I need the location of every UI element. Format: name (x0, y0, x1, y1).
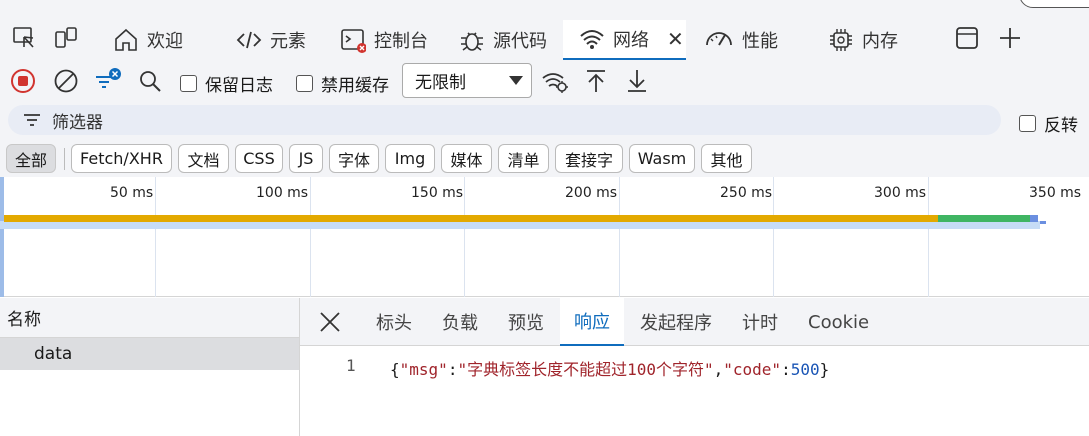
json-key: "msg" (399, 360, 448, 379)
json-number-value: 500 (790, 360, 820, 379)
timeline-bars (0, 215, 1046, 229)
tab-console[interactable]: 控制台 (340, 20, 428, 60)
chip-icon (828, 27, 854, 53)
window-control[interactable] (1019, 0, 1089, 8)
disable-cache-checkbox[interactable]: 禁用缓存 (296, 71, 389, 96)
tab-label: 网络 (613, 30, 649, 51)
checkbox-box[interactable] (296, 75, 313, 92)
request-list: 名称 data (0, 298, 300, 436)
tab-elements[interactable]: 元素 (236, 20, 306, 60)
response-body[interactable]: 1 {"msg":"字典标签长度不能超过100个字符","code":500} (300, 346, 1089, 436)
import-har-button[interactable] (581, 66, 611, 96)
tab-welcome[interactable]: 欢迎 (113, 20, 183, 60)
bar-end (1030, 215, 1038, 222)
preserve-log-checkbox[interactable]: 保留日志 (180, 71, 273, 96)
type-filter-img[interactable]: Img (385, 144, 435, 173)
json-string-value: "字典标签长度不能超过100个字符" (457, 360, 714, 379)
json-punct: } (819, 360, 830, 379)
type-filter-media[interactable]: 媒体 (441, 144, 492, 173)
bug-icon (459, 27, 485, 53)
type-filter-doc[interactable]: 文档 (178, 144, 229, 173)
request-row[interactable]: data (0, 338, 299, 370)
bar-tail (1040, 221, 1046, 224)
checkbox-box[interactable] (180, 75, 197, 92)
filter-input[interactable]: 筛选器 (8, 105, 1001, 135)
tab-response[interactable]: 响应 (560, 298, 624, 346)
type-filter-font[interactable]: 字体 (329, 144, 379, 173)
search-button[interactable] (135, 66, 165, 96)
tab-label: 控制台 (374, 31, 428, 52)
tab-label: 源代码 (493, 31, 547, 52)
waiting-bar (4, 215, 938, 222)
tab-label: 性能 (742, 31, 778, 52)
request-bar-base (0, 221, 1040, 229)
gauge-icon (704, 27, 734, 53)
invert-label: 反转 (1044, 116, 1078, 136)
tab-label: 欢迎 (147, 31, 183, 52)
filter-placeholder: 筛选器 (52, 112, 103, 133)
divider (64, 148, 65, 170)
invert-checkbox[interactable]: 反转 (1019, 111, 1078, 136)
tab-label: 元素 (270, 31, 306, 52)
type-filter-websocket[interactable]: 套接字 (555, 144, 623, 173)
tab-memory[interactable]: 内存 (828, 20, 898, 60)
tab-initiator[interactable]: 发起程序 (640, 298, 712, 346)
network-conditions-button[interactable] (540, 66, 570, 96)
add-tab-icon[interactable] (996, 24, 1024, 52)
close-tab-icon[interactable]: ✕ (667, 27, 684, 51)
clear-log-button[interactable] (51, 66, 81, 96)
resource-type-filters: 全部 Fetch/XHR 文档 CSS JS 字体 Img 媒体 清单 套接字 … (0, 140, 1089, 177)
request-detail-tabs: 标头 负载 预览 响应 发起程序 计时 Cookie (300, 298, 1089, 346)
filter-icon (22, 112, 42, 128)
filter-row: 筛选器 反转 (0, 100, 1089, 140)
json-punct: : (447, 360, 458, 379)
disable-cache-label: 禁用缓存 (321, 76, 389, 96)
tab-timing[interactable]: 计时 (742, 298, 778, 346)
throttling-select[interactable]: 无限制 (402, 63, 532, 98)
response-json: {"msg":"字典标签长度不能超过100个字符","code":500} (390, 356, 829, 380)
tab-label: 内存 (862, 31, 898, 52)
json-key: "code" (723, 360, 782, 379)
tab-network[interactable]: 网络 ✕ (563, 20, 686, 60)
type-filter-all[interactable]: 全部 (6, 144, 56, 173)
inspect-element-icon[interactable] (10, 24, 38, 52)
type-filter-fetch-xhr[interactable]: Fetch/XHR (71, 144, 172, 173)
type-filter-manifest[interactable]: 清单 (498, 144, 549, 173)
tab-headers[interactable]: 标头 (376, 298, 412, 346)
json-punct: { (390, 360, 400, 379)
export-har-button[interactable] (622, 66, 652, 96)
tab-performance[interactable]: 性能 (704, 20, 778, 60)
column-header-name[interactable]: 名称 (0, 298, 299, 338)
type-filter-other[interactable]: 其他 (701, 144, 752, 173)
preserve-log-label: 保留日志 (205, 76, 273, 96)
wifi-icon (579, 26, 605, 52)
tab-sources[interactable]: 源代码 (459, 20, 547, 60)
type-filter-wasm[interactable]: Wasm (629, 144, 695, 173)
filter-toggle-button[interactable] (93, 66, 123, 96)
close-icon[interactable] (318, 310, 342, 334)
chevron-down-icon (509, 76, 523, 85)
throttling-value: 无限制 (415, 73, 466, 93)
devtools-tab-bar: 欢迎 元素 控制台 源代码 网络 ✕ 性能 内存 (0, 0, 1089, 62)
record-stop-button[interactable] (8, 66, 38, 96)
json-punct: : (781, 360, 791, 379)
home-icon (113, 27, 139, 53)
network-overview[interactable]: 50 ms 100 ms 150 ms 200 ms 250 ms 300 ms… (0, 177, 1089, 297)
type-filter-js[interactable]: JS (289, 144, 323, 173)
tab-preview[interactable]: 预览 (508, 298, 544, 346)
type-filter-css[interactable]: CSS (235, 144, 283, 173)
code-icon (236, 27, 262, 53)
network-toolbar: 保留日志 禁用缓存 无限制 (0, 62, 1089, 100)
download-bar (938, 215, 1030, 222)
device-emulation-icon[interactable] (52, 24, 80, 52)
json-punct: , (713, 360, 724, 379)
tab-cookies[interactable]: Cookie (808, 298, 869, 346)
line-number: 1 (346, 356, 356, 375)
dock-panel-icon[interactable] (953, 24, 981, 52)
checkbox-box[interactable] (1019, 115, 1036, 132)
tab-payload[interactable]: 负载 (442, 298, 478, 346)
console-icon (340, 27, 366, 53)
